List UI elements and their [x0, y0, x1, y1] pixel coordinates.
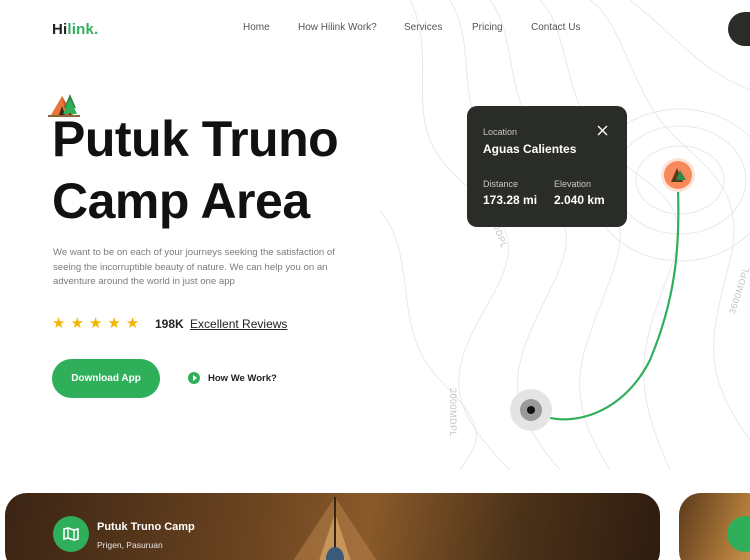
tent-photo	[293, 497, 377, 560]
elevation-label: Elevation	[554, 179, 592, 189]
reviews-summary: 198K Excellent Reviews	[155, 317, 287, 331]
location-label: Location	[483, 127, 518, 137]
main-nav: Home How Hilink Work? Services Pricing C…	[0, 22, 750, 36]
star-icon: ★	[88, 315, 103, 332]
hero-title-line1: Putuk Truno	[52, 111, 339, 167]
how-we-work-button[interactable]: How We Work?	[188, 372, 277, 384]
hero-title: Putuk Truno Camp Area	[52, 108, 412, 232]
how-we-work-label: How We Work?	[208, 372, 277, 384]
camp-feature-card[interactable]: Putuk Truno Camp Prigen, Pasuruan	[5, 493, 660, 560]
map-icon[interactable]	[53, 516, 89, 552]
star-icon: ★	[52, 315, 66, 332]
nav-pricing[interactable]: Pricing	[472, 22, 503, 33]
rating-stars: ★ ★ ★ ★ ★	[52, 316, 139, 331]
location-card: Location Aguas Calientes Distance 173.28…	[467, 106, 627, 227]
hero-title-line2: Camp Area	[52, 173, 310, 229]
star-icon: ★	[125, 315, 140, 332]
reviews-link[interactable]: Excellent Reviews	[190, 317, 287, 331]
hero-description: We want to be on each of your journeys s…	[53, 247, 335, 287]
elevation-value: 2.040 km	[554, 193, 605, 207]
camp-name: Putuk Truno Camp	[97, 521, 195, 533]
nav-how-it-works[interactable]: How Hilink Work?	[298, 22, 377, 33]
camp-feature-card-next[interactable]	[679, 493, 750, 560]
play-icon	[188, 372, 200, 384]
nav-contact[interactable]: Contact Us	[531, 22, 580, 33]
star-icon: ★	[107, 315, 121, 332]
topographic-background	[380, 0, 750, 470]
folded-map-icon	[63, 527, 79, 541]
location-value: Aguas Calientes	[483, 142, 577, 156]
close-icon[interactable]	[597, 125, 608, 136]
star-icon: ★	[70, 315, 84, 332]
distance-value: 173.28 mi	[483, 193, 538, 207]
map-icon[interactable]	[727, 516, 750, 552]
review-count: 198K	[155, 317, 184, 331]
distance-label: Distance	[483, 179, 519, 189]
nav-home[interactable]: Home	[243, 22, 270, 33]
camp-location: Prigen, Pasuruan	[97, 540, 163, 550]
contour-label-2000: 2000MDPL	[448, 388, 458, 438]
download-app-button[interactable]: Download App	[52, 359, 160, 398]
nav-services[interactable]: Services	[404, 22, 442, 33]
